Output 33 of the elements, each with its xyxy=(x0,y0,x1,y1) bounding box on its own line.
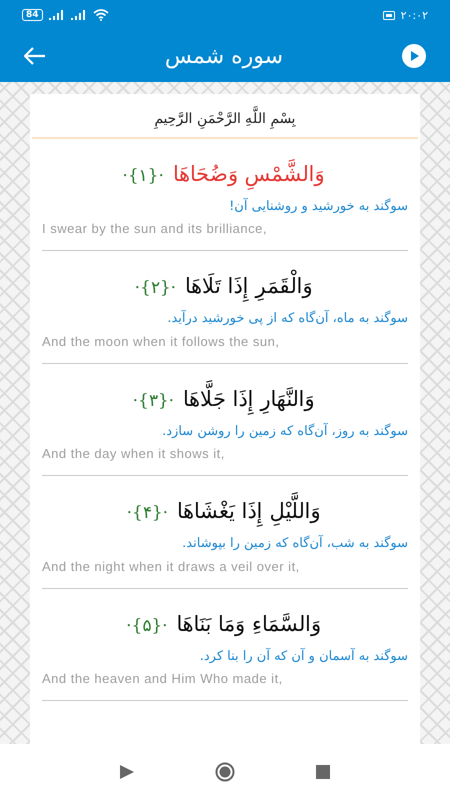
back-arrow-icon[interactable] xyxy=(24,47,46,65)
english-translation: And the moon when it follows the sun, xyxy=(42,334,280,349)
persian-translation: سوگند به روز، آن‌گاه که زمین را روشن سازد. xyxy=(161,422,408,441)
clock-time: ۲۰:۰۲ xyxy=(400,8,428,22)
persian-translation: سوگند به خورشید و روشنایی آن! xyxy=(228,196,408,216)
english-translation: And the day when it shows it, xyxy=(42,446,226,462)
english-translation: I swear by the sun and its brilliance, xyxy=(42,221,268,236)
english-translation: And the heaven and Him Who made it, xyxy=(42,671,284,686)
verse-number: ·{۵}· xyxy=(126,616,168,636)
verse-number: ·{۳}· xyxy=(132,390,174,411)
verse-text[interactable]: وَالنَّهَارِ إِذَا جَلَّاهَا xyxy=(180,378,318,422)
surah-title: سوره شمس xyxy=(164,44,284,68)
back-triangle-icon[interactable] xyxy=(120,765,134,779)
bismillah-text: بِسْمِ اللَّهِ الرَّحْمَنِ الرَّحِيمِ xyxy=(32,94,418,137)
verse-text[interactable]: وَالشَّمْسِ وَضُحَاهَا xyxy=(170,153,328,197)
verse-text[interactable]: وَاللَّيْلِ إِذَا يَغْشَاهَا xyxy=(174,490,324,534)
home-icon[interactable] xyxy=(214,762,235,782)
signal-icon xyxy=(48,10,65,20)
verse-number: ·{۲}· xyxy=(134,278,176,298)
square-icon[interactable] xyxy=(316,765,330,779)
battery-icon: 84 xyxy=(22,9,43,21)
play-icon[interactable] xyxy=(402,44,426,68)
verse-number: ·{۱}· xyxy=(122,166,164,186)
screen-icon xyxy=(382,10,395,20)
english-translation: And the night when it draws a veil over it, xyxy=(42,558,301,574)
wifi-icon xyxy=(92,9,109,21)
verse-text[interactable]: وَالسَّمَاءِ وَمَا بَنَاهَا xyxy=(174,602,324,647)
persian-translation: سوگند به آسمان و آن که آن را بنا کرد. xyxy=(198,646,408,666)
persian-translation: سوگند به شب، آن‌گاه که زمین را بپوشاند. xyxy=(181,534,408,554)
verse-number: ·{۴}· xyxy=(126,503,168,524)
verse-text[interactable]: وَالْقَمَرِ إِذَا تَلَاهَا xyxy=(182,265,316,310)
signal-icon xyxy=(70,10,87,20)
persian-translation: سوگند به ماه، آن‌گاه که از پی خورشید درآید. xyxy=(166,309,408,328)
